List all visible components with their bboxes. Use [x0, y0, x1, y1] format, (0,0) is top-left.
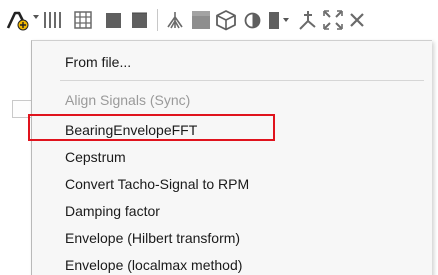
- toolbar: [0, 0, 438, 40]
- dropdown-arrow-icon[interactable]: [283, 17, 289, 23]
- gray-block-icon[interactable]: [191, 10, 211, 30]
- background-panel: [0, 40, 33, 275]
- menu-item-envelope-hilbert[interactable]: Envelope (Hilbert transform): [65, 229, 240, 247]
- menu-item-align-signals: Align Signals (Sync): [65, 92, 191, 108]
- menu-item-from-file[interactable]: From file...: [65, 53, 131, 71]
- square-icon[interactable]: [105, 12, 122, 29]
- app-window: From file... Align Signals (Sync) Bearin…: [0, 0, 438, 275]
- close-x-icon[interactable]: [349, 12, 365, 28]
- toolbar-separator: [157, 9, 159, 31]
- menu-separator: [60, 80, 424, 81]
- menu-item-envelope-localmax[interactable]: Envelope (localmax method): [65, 256, 242, 274]
- signal-add-icon[interactable]: [6, 8, 32, 32]
- dropdown-menu: From file... Align Signals (Sync) Bearin…: [31, 40, 432, 275]
- menu-item-convert-tacho[interactable]: Convert Tacho-Signal to RPM: [65, 175, 249, 193]
- half-circle-icon[interactable]: [244, 12, 261, 29]
- filled-square-icon[interactable]: [131, 12, 148, 29]
- grid-table-icon[interactable]: [74, 11, 92, 29]
- dropdown-arrow-icon[interactable]: [33, 14, 39, 20]
- menu-item-cepstrum[interactable]: Cepstrum: [65, 148, 126, 166]
- cube-icon[interactable]: [215, 9, 237, 31]
- bar-chart-icon[interactable]: [267, 11, 281, 30]
- expand-icon[interactable]: [322, 9, 344, 31]
- highlight-annotation: [28, 114, 275, 141]
- multi-channel-bars-icon[interactable]: [43, 10, 65, 30]
- waveform-tree-icon[interactable]: [165, 10, 185, 30]
- joint-icon[interactable]: [295, 9, 317, 31]
- menu-item-damping-factor[interactable]: Damping factor: [65, 202, 160, 220]
